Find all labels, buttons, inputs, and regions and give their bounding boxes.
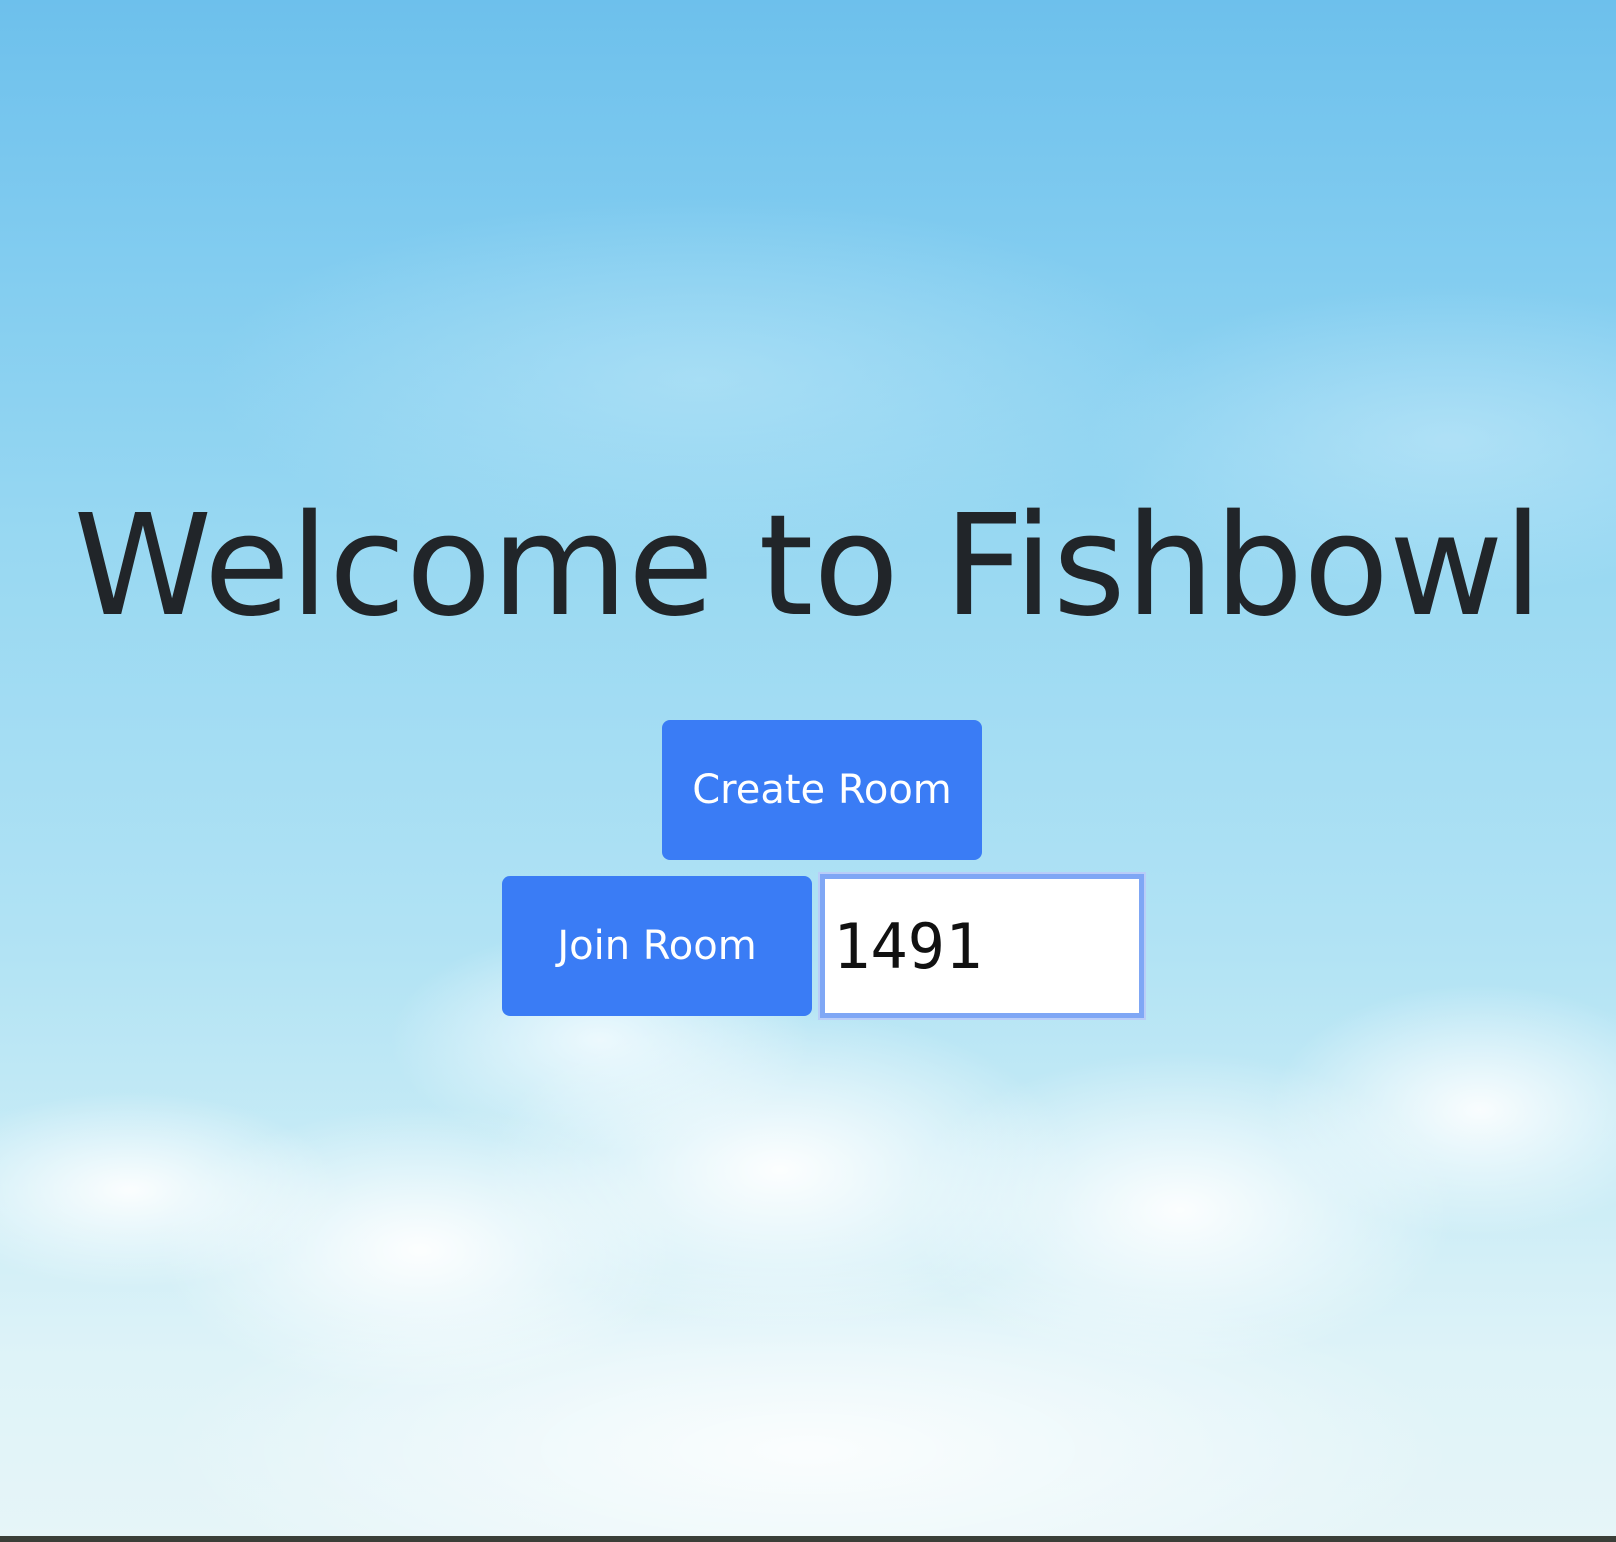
- room-code-input[interactable]: [818, 872, 1146, 1020]
- create-room-button[interactable]: Create Room: [662, 720, 982, 860]
- page-title: Welcome to Fishbowl: [73, 485, 1543, 648]
- join-room-button[interactable]: Join Room: [502, 876, 812, 1016]
- bottom-edge-strip: [0, 1536, 1616, 1542]
